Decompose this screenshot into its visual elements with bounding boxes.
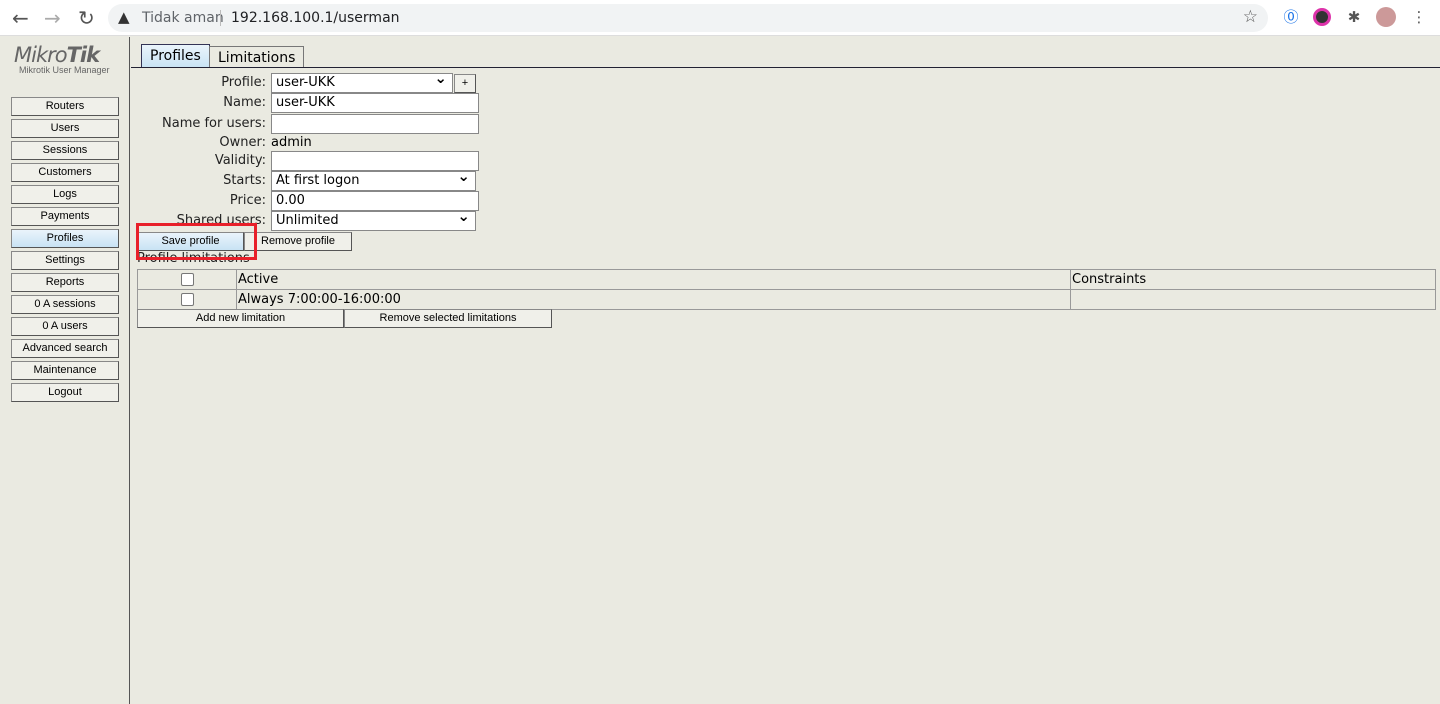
extension-icon[interactable]: ⓪	[1282, 8, 1300, 26]
browser-toolbar: ← → ↻ ▲ Tidak aman 192.168.100.1/userman…	[0, 0, 1440, 36]
sidebar-item-customers[interactable]: Customers	[11, 163, 119, 182]
table-header: Active Constraints	[137, 269, 1436, 290]
color-extension-icon[interactable]	[1313, 8, 1331, 26]
back-icon[interactable]: ←	[12, 6, 29, 30]
limitation-active[interactable]: Always 7:00:00-16:00:00	[236, 289, 1071, 310]
divider	[131, 67, 1440, 68]
logo-subtitle: Mikrotik User Manager	[19, 65, 110, 75]
sidebar-item-settings[interactable]: Settings	[11, 251, 119, 270]
starts-value: At first logon	[276, 173, 360, 188]
mikrotik-logo: MikroTik	[14, 43, 100, 67]
price-field[interactable]: 0.00	[271, 191, 479, 211]
name-label: Name:	[223, 95, 266, 110]
price-label: Price:	[229, 193, 266, 208]
warning-icon: ▲	[118, 8, 130, 26]
row-select-cell	[137, 289, 237, 310]
validity-label: Validity:	[214, 153, 266, 168]
name-for-users-field[interactable]	[271, 114, 479, 134]
shared-users-value: Unlimited	[276, 213, 339, 228]
owner-label: Owner:	[219, 135, 266, 150]
shared-users-select[interactable]: Unlimited	[271, 207, 476, 231]
column-active: Active	[236, 269, 1071, 290]
name-for-users-label: Name for users:	[162, 116, 266, 131]
highlight-box	[136, 223, 257, 260]
row-checkbox[interactable]	[180, 293, 194, 306]
tab-profiles[interactable]: Profiles	[141, 44, 210, 68]
address-bar[interactable]: ▲ Tidak aman 192.168.100.1/userman ☆	[108, 4, 1268, 32]
select-all-checkbox[interactable]	[180, 273, 194, 286]
sidebar-item-0-a-users[interactable]: 0 A users	[11, 317, 119, 336]
sidebar-item-payments[interactable]: Payments	[11, 207, 119, 226]
remove-profile-button[interactable]: Remove profile	[244, 232, 352, 251]
sidebar-item-0-a-sessions[interactable]: 0 A sessions	[11, 295, 119, 314]
starts-select[interactable]: At first logon	[271, 167, 476, 191]
add-limitation-button[interactable]: Add new limitation	[137, 309, 344, 328]
remove-limitations-button[interactable]: Remove selected limitations	[344, 309, 552, 328]
sidebar-item-users[interactable]: Users	[11, 119, 119, 138]
bookmark-star-icon[interactable]: ☆	[1243, 7, 1258, 27]
forward-icon[interactable]: →	[44, 6, 61, 30]
sidebar-item-routers[interactable]: Routers	[11, 97, 119, 116]
sidebar-item-logs[interactable]: Logs	[11, 185, 119, 204]
url-text[interactable]: 192.168.100.1/userman	[231, 10, 400, 26]
select-all-cell	[137, 269, 237, 290]
sidebar-item-profiles[interactable]: Profiles	[11, 229, 119, 248]
sidebar-item-maintenance[interactable]: Maintenance	[11, 361, 119, 380]
validity-field[interactable]	[271, 151, 479, 171]
sidebar-item-reports[interactable]: Reports	[11, 273, 119, 292]
menu-icon[interactable]: ⋮	[1410, 8, 1428, 26]
tab-limitations[interactable]: Limitations	[209, 46, 305, 68]
limitation-constraints	[1070, 289, 1436, 310]
security-label[interactable]: Tidak aman	[142, 10, 224, 26]
profile-select[interactable]: user-UKK	[271, 69, 453, 93]
profile-value: user-UKK	[276, 75, 335, 90]
avatar[interactable]	[1376, 7, 1396, 27]
puzzle-icon[interactable]: ✱	[1345, 8, 1363, 26]
reload-icon[interactable]: ↻	[78, 6, 95, 30]
sidebar-item-sessions[interactable]: Sessions	[11, 141, 119, 160]
profile-label: Profile:	[221, 75, 266, 90]
limitations-table: Active Constraints Always 7:00:00-16:00:…	[137, 269, 1436, 310]
column-constraints: Constraints	[1070, 269, 1436, 290]
divider	[220, 10, 221, 26]
name-field[interactable]: user-UKK	[271, 93, 479, 113]
starts-label: Starts:	[223, 173, 266, 188]
sidebar-item-advanced-search[interactable]: Advanced search	[11, 339, 119, 358]
table-row[interactable]: Always 7:00:00-16:00:00	[137, 289, 1436, 310]
add-profile-button[interactable]: +	[454, 74, 476, 93]
owner-value: admin	[271, 135, 312, 150]
sidebar-item-logout[interactable]: Logout	[11, 383, 119, 402]
